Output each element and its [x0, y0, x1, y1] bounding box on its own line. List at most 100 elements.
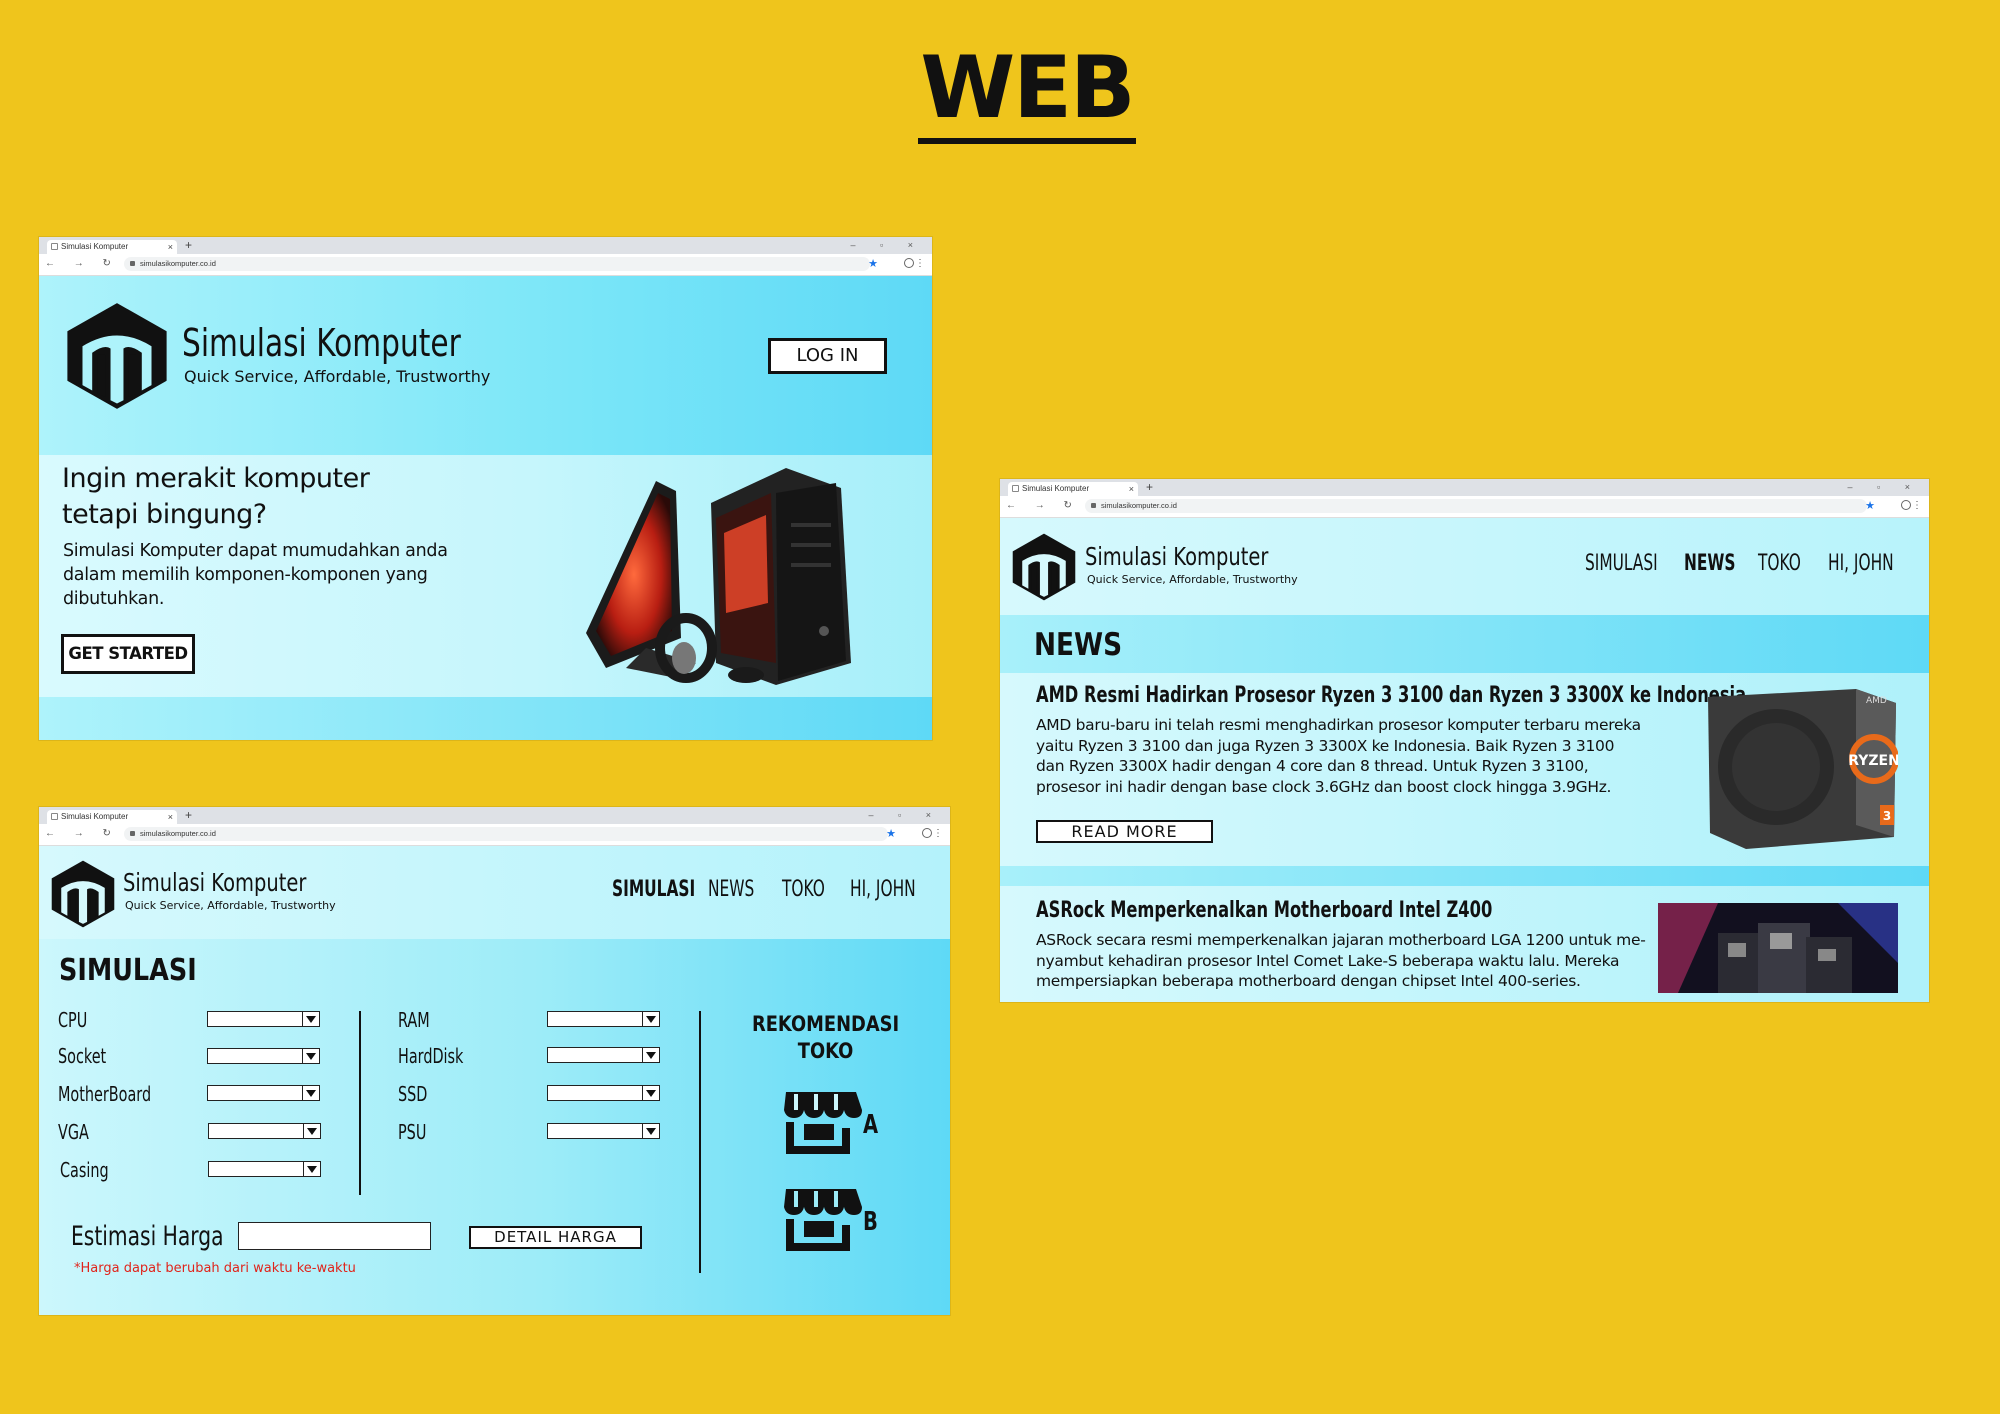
bookmark-star-icon[interactable]: ★ [886, 826, 896, 842]
hero-section: Ingin merakit komputer tetapi bingung? S… [39, 455, 932, 697]
window-controls[interactable]: – ▫ × [869, 807, 942, 823]
menu-icon[interactable]: ⋮ [1912, 498, 1922, 514]
store-icon[interactable] [780, 1088, 862, 1159]
brand-tagline: Quick Service, Affordable, Trustworthy [184, 367, 491, 386]
chevron-down-icon [302, 1086, 319, 1100]
nav-user-greeting[interactable]: HI, JOHN [1828, 551, 1894, 576]
store-a-label: A [863, 1110, 879, 1140]
site-header: Simulasi Komputer Quick Service, Afforda… [39, 846, 950, 939]
select-harddisk[interactable] [547, 1047, 660, 1063]
select-vga[interactable] [208, 1123, 321, 1139]
tab-bar: Simulasi Komputer × + – ▫ × [39, 807, 950, 824]
detail-price-button[interactable]: DETAIL HARGA [469, 1226, 642, 1249]
label-ssd: SSD [398, 1082, 428, 1106]
read-more-button[interactable]: READ MORE [1036, 820, 1213, 843]
bookmark-star-icon[interactable]: ★ [1865, 498, 1875, 514]
brand-name: Simulasi Komputer [182, 321, 461, 365]
article-title[interactable]: ASRock Memperkenalkan Motherboard Intel … [1036, 898, 1492, 923]
browser-tab[interactable]: Simulasi Komputer × [47, 810, 177, 824]
lock-icon [130, 261, 135, 266]
svg-text:3: 3 [1883, 809, 1891, 823]
chevron-down-icon [642, 1012, 659, 1026]
nav-simulasi[interactable]: SIMULASI [1585, 551, 1658, 576]
divider [359, 1011, 361, 1195]
url-field[interactable]: simulasikomputer.co.id [124, 257, 870, 271]
select-socket[interactable] [207, 1048, 320, 1064]
ryzen-box-image: RYZEN AMD 3 [1706, 687, 1900, 856]
label-psu: PSU [398, 1120, 427, 1144]
nav-simulasi[interactable]: SIMULASI [612, 877, 695, 902]
favicon-icon [51, 813, 58, 820]
url-field[interactable]: simulasikomputer.co.id [1085, 499, 1867, 513]
logo-icon [49, 859, 117, 929]
bookmark-star-icon[interactable]: ★ [868, 256, 878, 272]
lock-icon [1091, 503, 1096, 508]
estimate-price-field[interactable] [238, 1222, 431, 1250]
tab-bar: Simulasi Komputer × + – ▫ × [39, 237, 932, 254]
new-tab-button[interactable]: + [185, 238, 192, 252]
article-title[interactable]: AMD Resmi Hadirkan Prosesor Ryzen 3 3100… [1036, 683, 1746, 708]
simulasi-browser-window: Simulasi Komputer × + – ▫ × ← → ↻ ⌂ simu… [39, 807, 950, 1315]
news-article: ASRock Memperkenalkan Motherboard Intel … [1000, 886, 1929, 1002]
recommendation-title: REKOMENDASI TOKO [751, 1012, 900, 1063]
chevron-down-icon [302, 1012, 319, 1026]
nav-user-greeting[interactable]: HI, JOHN [850, 877, 916, 902]
select-ram[interactable] [547, 1011, 660, 1027]
svg-text:AMD: AMD [1866, 696, 1887, 706]
login-button[interactable]: LOG IN [768, 338, 887, 374]
brand-name: Simulasi Komputer [123, 868, 307, 897]
nav-news[interactable]: NEWS [708, 877, 754, 902]
browser-tab[interactable]: Simulasi Komputer × [47, 240, 177, 254]
hero-description: Simulasi Komputer dapat mumudahkan anda … [63, 541, 448, 609]
store-b-label: B [863, 1207, 878, 1237]
price-disclaimer: *Harga dapat berubah dari waktu ke-waktu [74, 1261, 356, 1276]
select-motherboard[interactable] [207, 1085, 320, 1101]
simulasi-section: SIMULASI CPU Socket MotherBoard VGA Casi… [39, 939, 950, 1315]
nav-toko[interactable]: TOKO [1758, 551, 1801, 576]
close-tab-icon[interactable]: × [1129, 482, 1134, 496]
label-casing: Casing [60, 1158, 109, 1182]
window-controls[interactable]: – ▫ × [1848, 479, 1921, 495]
chevron-down-icon [302, 1049, 319, 1063]
favicon-icon [1012, 485, 1019, 492]
select-ssd[interactable] [547, 1085, 660, 1101]
address-bar: ← → ↻ ⌂ simulasikomputer.co.id ★ ⋮ [1000, 496, 1929, 518]
browser-tab[interactable]: Simulasi Komputer × [1008, 482, 1138, 496]
menu-icon[interactable]: ⋮ [933, 826, 943, 842]
pc-setup-image [566, 463, 896, 693]
account-icon[interactable] [1901, 500, 1911, 510]
chevron-down-icon [303, 1124, 320, 1138]
new-tab-button[interactable]: + [185, 808, 192, 822]
svg-text:RYZEN: RYZEN [1848, 753, 1898, 769]
chevron-down-icon [303, 1162, 320, 1176]
url-field[interactable]: simulasikomputer.co.id [124, 827, 888, 841]
select-cpu[interactable] [207, 1011, 320, 1027]
lock-icon [130, 831, 135, 836]
address-bar: ← → ↻ ⌂ simulasikomputer.co.id ★ ⋮ [39, 254, 932, 276]
select-casing[interactable] [208, 1161, 321, 1177]
tab-bar: Simulasi Komputer × + – ▫ × [1000, 479, 1929, 496]
chevron-down-icon [642, 1086, 659, 1100]
landing-browser-window: Simulasi Komputer × + – ▫ × ← → ↻ ⌂ simu… [39, 237, 932, 740]
account-icon[interactable] [904, 258, 914, 268]
news-article: AMD Resmi Hadirkan Prosesor Ryzen 3 3100… [1000, 673, 1929, 866]
landing-header: Simulasi Komputer Quick Service, Afforda… [39, 276, 932, 455]
new-tab-button[interactable]: + [1146, 480, 1153, 494]
close-tab-icon[interactable]: × [168, 810, 173, 824]
window-controls[interactable]: – ▫ × [851, 237, 924, 253]
nav-news[interactable]: NEWS [1684, 551, 1735, 576]
hero-headline: Ingin merakit komputer tetapi bingung? [62, 463, 370, 530]
logo-icon [1010, 531, 1078, 603]
get-started-button[interactable]: GET STARTED [61, 634, 195, 674]
favicon-icon [51, 243, 58, 250]
select-psu[interactable] [547, 1123, 660, 1139]
motherboard-image [1658, 903, 1898, 998]
article-separator [1000, 866, 1929, 886]
close-tab-icon[interactable]: × [168, 240, 173, 254]
page-title: WEB [0, 38, 2000, 144]
store-icon[interactable] [780, 1185, 862, 1256]
article-body: AMD baru-baru ini telah resmi menghadirk… [1036, 716, 1641, 796]
account-icon[interactable] [922, 828, 932, 838]
menu-icon[interactable]: ⋮ [915, 256, 925, 272]
nav-toko[interactable]: TOKO [782, 877, 825, 902]
